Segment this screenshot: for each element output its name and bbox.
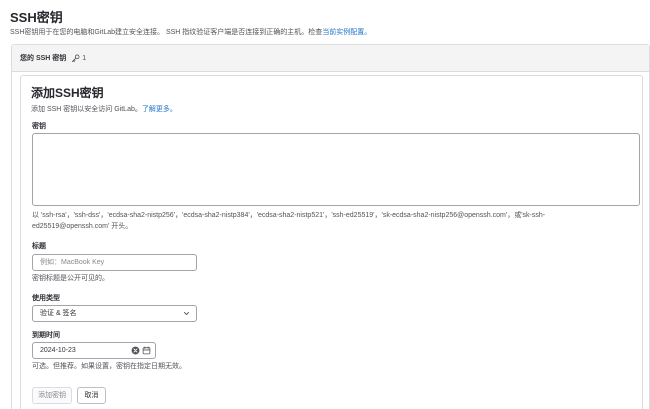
key-help: 以 'ssh-rsa'，'ssh-dss'，'ecdsa-sha2-nistp2…	[32, 210, 632, 232]
usage-type-select[interactable]: 验证 & 签名	[32, 305, 197, 322]
key-textarea[interactable]	[32, 133, 640, 206]
key-help-line1: 以 'ssh-rsa'，'ssh-dss'，'ecdsa-sha2-nistp2…	[32, 212, 546, 219]
form-title: 添加SSH密钥	[31, 86, 104, 100]
learn-more-link[interactable]: 了解更多。	[142, 106, 177, 113]
ssh-keys-card: 您的 SSH 密钥 1 添加SSH密钥 添加 SSH 密钥以安全访问 GitLa…	[11, 44, 650, 409]
form-description: 添加 SSH 密钥以安全访问 GitLab。了解更多。	[31, 104, 177, 114]
clear-icon[interactable]	[131, 346, 140, 355]
chevron-down-icon	[183, 311, 190, 316]
expiry-date-input[interactable]: 2024-10-23	[32, 342, 156, 359]
calendar-icon[interactable]	[142, 346, 151, 355]
cancel-button[interactable]: 取消	[77, 387, 106, 404]
instance-config-link[interactable]: 当前实例配置。	[322, 29, 371, 36]
title-input[interactable]: 例如：MacBook Key	[32, 254, 197, 271]
ssh-keys-card-header: 您的 SSH 密钥 1	[12, 45, 649, 72]
title-help: 密钥标题是公开可见的。	[32, 275, 109, 282]
key-icon	[72, 54, 80, 62]
ssh-keys-count: 1	[82, 54, 87, 62]
page-title: SSH密钥	[10, 10, 63, 25]
add-ssh-key-form: 添加SSH密钥 添加 SSH 密钥以安全访问 GitLab。了解更多。 密钥 以…	[20, 75, 643, 409]
expiry-label: 到期时间	[32, 332, 60, 339]
page-description-text: SSH密钥用于在您的电脑和GitLab建立安全连接。 SSH 指纹验证客户端是否…	[10, 29, 323, 36]
ssh-keys-header-label: 您的 SSH 密钥	[20, 55, 67, 62]
expiry-date-value: 2024-10-23	[40, 347, 76, 354]
page-description: SSH密钥用于在您的电脑和GitLab建立安全连接。 SSH 指纹验证客户端是否…	[10, 27, 371, 37]
expiry-help: 可选。但推荐。如果设置，密钥在指定日期无效。	[32, 363, 186, 370]
usage-type-value: 验证 & 签名	[40, 310, 77, 317]
key-label: 密钥	[32, 123, 46, 130]
title-label: 标题	[32, 243, 46, 250]
form-description-text: 添加 SSH 密钥以安全访问 GitLab。	[31, 106, 142, 113]
key-help-line2: ed25519@openssh.com' 开头。	[32, 223, 133, 230]
usage-type-label: 使用类型	[32, 295, 60, 302]
add-key-button[interactable]: 添加密钥	[32, 387, 72, 404]
